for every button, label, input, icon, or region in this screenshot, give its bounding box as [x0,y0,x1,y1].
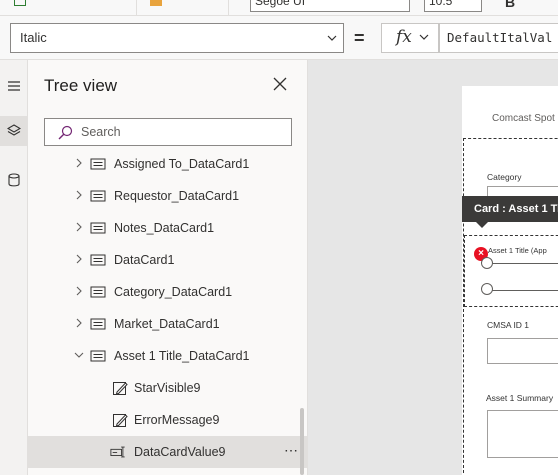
search-placeholder: Search [81,125,121,139]
layers-icon [7,124,21,136]
cmsa-input[interactable] [487,338,558,364]
tree-item-label: Category_DataCard1 [114,285,233,299]
asset-title-input[interactable] [488,263,558,291]
hamburger-menu-button[interactable] [0,71,28,101]
tree-item-category[interactable]: Category_DataCard1 [28,276,307,308]
tree-item-label: StarVisible9 [134,381,201,395]
chevron-right-icon[interactable] [74,222,84,232]
chevron-right-icon[interactable] [74,318,84,328]
tooltip-text: Card : Asset 1 Ti [474,203,558,215]
resize-handle[interactable] [481,283,493,295]
chevron-right-icon[interactable] [74,190,84,200]
card-icon [90,350,106,362]
resize-handle[interactable] [481,257,493,269]
tooltip-tail [476,222,488,228]
bold-button[interactable]: B [505,0,515,10]
card-icon [90,254,106,266]
text-input-icon [110,446,125,458]
left-rail [0,60,28,475]
data-button[interactable] [0,165,28,195]
font-family-select[interactable]: Segoe UI [250,0,410,12]
chevron-right-icon[interactable] [74,254,84,264]
tree-item-asset-1-title[interactable]: Asset 1 Title_DataCard1 [28,340,307,372]
more-options-icon[interactable]: ⋯ [284,442,299,459]
asset-title-label: Asset 1 Title (App [488,246,547,255]
tree-item-datacardvalue9[interactable]: DataCardValue9 ⋯ [28,436,307,468]
panel-title: Tree view [44,76,118,95]
insert-icon[interactable] [14,0,26,6]
chevron-down-icon [327,35,337,41]
chevron-down-icon [419,34,429,40]
category-label: Category [487,172,522,182]
property-dropdown[interactable]: Italic [10,23,344,53]
card-icon [90,158,106,170]
edit-label-icon [113,414,128,427]
theme-icon[interactable] [150,0,162,6]
card-icon [90,190,106,202]
tree-item-datacard1[interactable]: DataCard1 [28,244,307,276]
tree-item-requestor[interactable]: Requestor_DataCard1 [28,180,307,212]
tree-item-label: DataCardValue9 [134,445,226,459]
function-button[interactable]: fx [381,23,439,53]
hamburger-menu-icon [8,81,20,91]
tree-item-label: Notes_DataCard1 [114,221,215,235]
summary-input[interactable] [487,410,558,458]
design-canvas: Comcast Spot Category Card : Asset 1 Ti … [308,60,558,475]
tree-item-assigned-to[interactable]: Assigned To_DataCard1 [28,148,307,180]
database-icon [8,173,20,187]
close-icon[interactable] [273,77,287,91]
fx-label: fx [396,27,412,47]
tree-item-label: Market_DataCard1 [114,317,220,331]
search-input[interactable]: Search [44,118,292,146]
property-dropdown-value: Italic [20,30,47,45]
tree-scrollbar[interactable] [300,408,304,475]
chevron-down-icon[interactable] [74,350,84,360]
cmsa-label: CMSA ID 1 [487,320,530,330]
formula-bar: Italic = fx DefaultItalVal [0,16,558,60]
tree-item-label: Requestor_DataCard1 [114,189,240,203]
ribbon-toolbar: Segoe UI 10.5 B [0,0,558,16]
font-size-select[interactable]: 10.5 [424,0,482,12]
tree-item-starvisible9[interactable]: StarVisible9 [28,372,307,404]
card-tooltip: Card : Asset 1 Ti [462,196,558,228]
tree-item-errormessage9[interactable]: ErrorMessage9 [28,404,307,436]
tree-view-panel: Tree view Search Assigned To_DataCard1 R… [28,60,308,475]
card-icon [90,318,106,330]
ribbon-divider [136,0,137,15]
formula-input[interactable]: DefaultItalVal [439,23,558,53]
tree-item-label: ErrorMessage9 [134,413,220,427]
edit-label-icon [113,382,128,395]
chevron-right-icon[interactable] [74,158,84,168]
tree-item-label: Asset 1 Title_DataCard1 [114,349,250,363]
search-icon [58,125,73,140]
card-icon [90,222,106,234]
summary-label: Asset 1 Summary [486,393,554,403]
tree-item-market[interactable]: Market_DataCard1 [28,308,307,340]
ribbon-divider [228,0,229,15]
chevron-right-icon[interactable] [74,286,84,296]
equals-sign: = [354,28,365,48]
tree-view-button[interactable] [0,116,28,146]
tree-item-label: DataCard1 [114,253,175,267]
tree-item-label: Assigned To_DataCard1 [114,157,250,171]
app-header-text: Comcast Spot [492,113,555,124]
card-icon [90,286,106,298]
tree-item-notes[interactable]: Notes_DataCard1 [28,212,307,244]
